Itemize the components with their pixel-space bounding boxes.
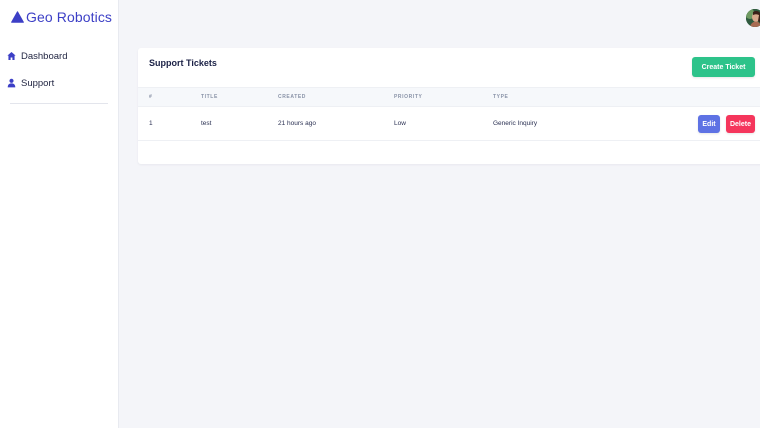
table-header: # TITLE CREATED PRIORITY TYPE bbox=[138, 87, 760, 107]
ticket-priority: Low bbox=[394, 120, 406, 127]
column-header-type[interactable]: TYPE bbox=[493, 94, 508, 100]
column-header-number[interactable]: # bbox=[149, 94, 152, 100]
table-row: 1 test 21 hours ago Low Generic Inquiry bbox=[138, 107, 760, 141]
page-title: Support Tickets bbox=[149, 58, 217, 68]
sidebar: Geo Robotics Dashboard Support bbox=[0, 0, 119, 428]
sidebar-item-label: Support bbox=[21, 77, 55, 89]
ticket-type: Generic Inquiry bbox=[493, 120, 538, 127]
ticket-created: 21 hours ago bbox=[278, 120, 316, 127]
column-header-title[interactable]: TITLE bbox=[201, 94, 218, 100]
user-icon bbox=[7, 78, 16, 88]
user-avatar[interactable] bbox=[746, 9, 760, 27]
sidebar-item-label: Dashboard bbox=[21, 50, 68, 62]
column-header-created[interactable]: CREATED bbox=[278, 94, 306, 100]
brand-logo[interactable]: Geo Robotics bbox=[11, 8, 112, 26]
home-icon bbox=[7, 52, 16, 60]
sidebar-item-dashboard[interactable]: Dashboard bbox=[7, 48, 67, 64]
avatar-image bbox=[746, 9, 760, 27]
sidebar-divider bbox=[10, 103, 108, 104]
sidebar-item-support[interactable]: Support bbox=[7, 75, 54, 91]
brand-name: Geo Robotics bbox=[26, 9, 113, 25]
create-ticket-button[interactable]: Create Ticket bbox=[692, 57, 755, 77]
triangle-logo-icon bbox=[11, 11, 24, 23]
delete-button[interactable]: Delete bbox=[726, 115, 755, 133]
ticket-id: 1 bbox=[149, 120, 153, 127]
edit-button[interactable]: Edit bbox=[698, 115, 720, 133]
support-tickets-card: Support Tickets Create Ticket # TITLE CR… bbox=[138, 48, 760, 164]
ticket-title: test bbox=[201, 120, 212, 127]
column-header-priority[interactable]: PRIORITY bbox=[394, 94, 422, 100]
